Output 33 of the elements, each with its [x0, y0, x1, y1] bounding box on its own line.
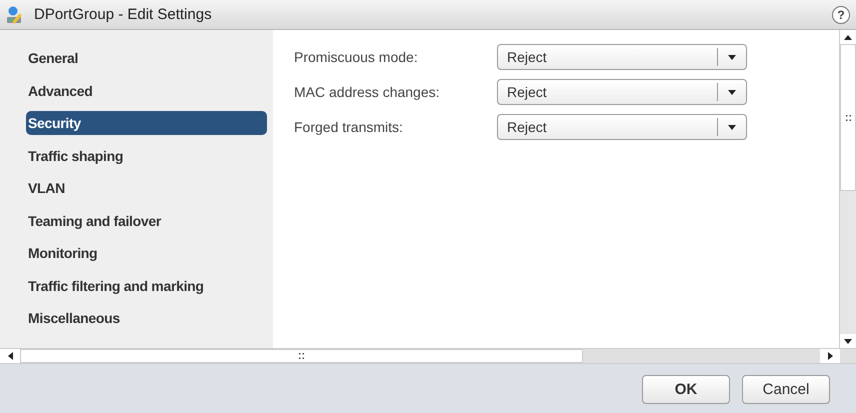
arrow-icon[interactable]	[844, 34, 852, 40]
scrollbar-thumb[interactable]	[20, 349, 583, 363]
scroll-right-button[interactable]	[820, 349, 840, 363]
sidebar-item[interactable]: Security	[26, 111, 267, 135]
sidebar-item[interactable]: General	[26, 42, 267, 74]
dropdown[interactable]: Reject	[497, 44, 747, 70]
sidebar-item[interactable]: Miscellaneous	[26, 302, 267, 334]
setting-label: Forged transmits:	[294, 119, 404, 135]
sidebar-item[interactable]: Traffic filtering and marking	[26, 270, 267, 302]
grip-icon	[299, 353, 304, 359]
caret-icon	[728, 54, 736, 60]
arrow-icon[interactable]	[828, 352, 832, 360]
caret-icon	[728, 90, 736, 94]
dropdown[interactable]: Reject	[497, 114, 747, 140]
sidebar-item[interactable]: Traffic shaping	[26, 140, 267, 172]
scroll-up-button[interactable]	[840, 30, 856, 44]
scrollbar-thumb[interactable]	[840, 44, 856, 191]
window-title: DPortGroup - Edit Settings	[34, 6, 213, 23]
scroll-left-button[interactable]	[0, 349, 20, 363]
caret-icon	[728, 124, 736, 130]
sidebar-item[interactable]: VLAN	[26, 172, 267, 204]
cancel-button[interactable]: Cancel	[742, 374, 830, 404]
sidebar-item[interactable]: Teaming and failover	[26, 204, 267, 237]
dropdown[interactable]: Reject	[497, 79, 747, 105]
ok-button[interactable]: OK	[642, 374, 730, 404]
help-button[interactable]: ?	[832, 6, 850, 24]
setting-label: MAC address changes:	[294, 84, 441, 100]
sidebar-item[interactable]: Monitoring	[26, 237, 267, 270]
scroll-down-button[interactable]	[840, 334, 856, 348]
sidebar-item[interactable]: Advanced	[26, 74, 267, 107]
arrow-icon[interactable]	[8, 352, 12, 360]
caret-icon	[844, 338, 852, 344]
setting-label: Promiscuous mode:	[294, 49, 419, 65]
